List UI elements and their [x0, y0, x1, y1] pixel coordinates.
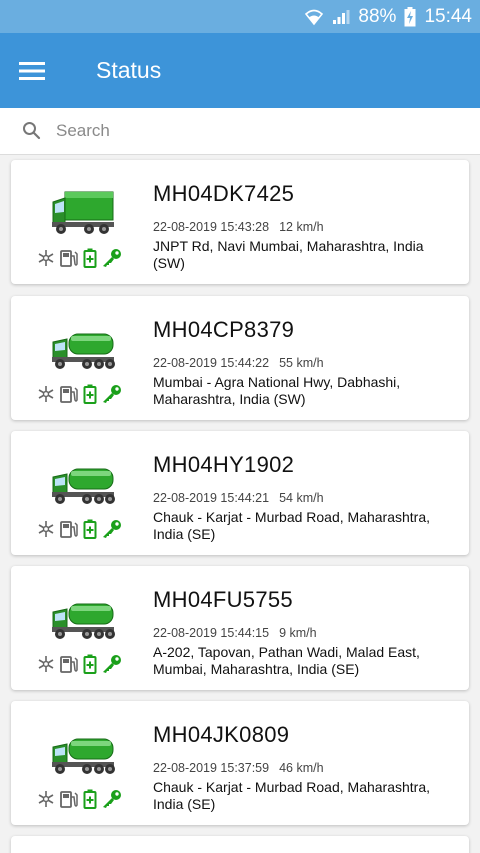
- last-update-time: 22-08-2019 15:44:21: [153, 491, 270, 505]
- ignition-key-icon: [101, 384, 123, 404]
- vehicle-card[interactable]: MH04CP8379 22-08-2019 15:44:22 55 km/h Mu…: [11, 296, 469, 420]
- battery-icon: [83, 384, 97, 404]
- vehicle-speed: 54 km/h: [279, 491, 324, 505]
- search-icon: [23, 122, 41, 140]
- vehicle-speed: 9 km/h: [279, 626, 317, 640]
- system-status-bar: 88% 15:44: [0, 0, 480, 33]
- battery-icon: [83, 654, 97, 674]
- hamburger-menu-icon: [19, 61, 45, 80]
- vehicle-plate: MH04JK0809: [153, 722, 290, 747]
- vehicle-list: MH04DK7425 22-08-2019 15:43:28 12 km/h JN…: [0, 155, 480, 853]
- charging-battery-icon: [404, 6, 416, 27]
- fuel-icon: [59, 248, 79, 268]
- vehicle-meta: 22-08-2019 15:44:15 9 km/h: [153, 626, 317, 640]
- menu-button[interactable]: [0, 33, 64, 108]
- vehicle-speed: 46 km/h: [279, 761, 324, 775]
- ignition-key-icon: [101, 519, 123, 539]
- vehicle-card-partial[interactable]: [11, 836, 469, 853]
- vehicle-address: Mumbai - Agra National Hwy, Dabhashi, Ma…: [153, 374, 401, 407]
- vehicle-card[interactable]: MH04JK0809 22-08-2019 15:37:59 46 km/h Ch…: [11, 701, 469, 825]
- vehicle-meta: 22-08-2019 15:44:21 54 km/h: [153, 491, 324, 505]
- last-update-time: 22-08-2019 15:43:28: [153, 220, 270, 234]
- status-icons: [37, 384, 127, 404]
- vehicle-meta: 22-08-2019 15:37:59 46 km/h: [153, 761, 324, 775]
- tanker-icon: [52, 468, 115, 504]
- vehicle-meta: 22-08-2019 15:43:28 12 km/h: [153, 220, 324, 234]
- battery-icon: [83, 248, 97, 268]
- fuel-icon: [59, 789, 79, 809]
- vehicle-card[interactable]: MH04FU5755 22-08-2019 15:44:15 9 km/h A-2…: [11, 566, 469, 690]
- status-icons: [37, 519, 127, 539]
- search-bar: [0, 108, 480, 155]
- clock: 15:44: [424, 5, 472, 27]
- status-icons: [37, 248, 127, 268]
- vehicle-address: A-202, Tapovan, Pathan Wadi, Malad East,…: [153, 644, 420, 677]
- fuel-icon: [59, 519, 79, 539]
- vehicle-meta: 22-08-2019 15:44:22 55 km/h: [153, 356, 324, 370]
- wifi-icon: [304, 8, 324, 26]
- ignition-key-icon: [101, 654, 123, 674]
- vehicle-card[interactable]: MH04DK7425 22-08-2019 15:43:28 12 km/h JN…: [11, 160, 469, 284]
- vehicle-plate: MH04FU5755: [153, 587, 293, 612]
- snowflake-icon: [37, 790, 55, 808]
- last-update-time: 22-08-2019 15:44:22: [153, 356, 270, 370]
- vehicle-speed: 12 km/h: [279, 220, 324, 234]
- vehicle-card[interactable]: MH04HY1902 22-08-2019 15:44:21 54 km/h Ch…: [11, 431, 469, 555]
- last-update-time: 22-08-2019 15:37:59: [153, 761, 270, 775]
- vehicle-plate: MH04HY1902: [153, 452, 295, 477]
- snowflake-icon: [37, 655, 55, 673]
- search-input[interactable]: [56, 121, 436, 141]
- signal-icon: [332, 9, 350, 25]
- ignition-key-icon: [101, 248, 123, 268]
- vehicle-plate: MH04CP8379: [153, 317, 295, 342]
- truck-icon: [52, 191, 114, 234]
- battery-icon: [83, 789, 97, 809]
- vehicle-address: JNPT Rd, Navi Mumbai, Maharashtra, India…: [153, 238, 424, 271]
- page-title: Status: [96, 57, 162, 83]
- tanker-icon: [52, 333, 115, 369]
- status-icons: [37, 654, 127, 674]
- tanker-icon: [52, 603, 115, 639]
- vehicle-plate: MH04DK7425: [153, 181, 295, 206]
- battery-percent: 88%: [358, 5, 397, 27]
- last-update-time: 22-08-2019 15:44:15: [153, 626, 270, 640]
- status-icons: [37, 789, 127, 809]
- fuel-icon: [59, 384, 79, 404]
- battery-icon: [83, 519, 97, 539]
- vehicle-speed: 55 km/h: [279, 356, 324, 370]
- ignition-key-icon: [101, 789, 123, 809]
- app-bar: Status: [0, 33, 480, 108]
- fuel-icon: [59, 654, 79, 674]
- vehicle-address: Chauk - Karjat - Murbad Road, Maharashtr…: [153, 509, 431, 542]
- snowflake-icon: [37, 520, 55, 538]
- snowflake-icon: [37, 249, 55, 267]
- tanker-icon: [52, 738, 115, 774]
- snowflake-icon: [37, 385, 55, 403]
- vehicle-address: Chauk - Karjat - Murbad Road, Maharashtr…: [153, 779, 431, 812]
